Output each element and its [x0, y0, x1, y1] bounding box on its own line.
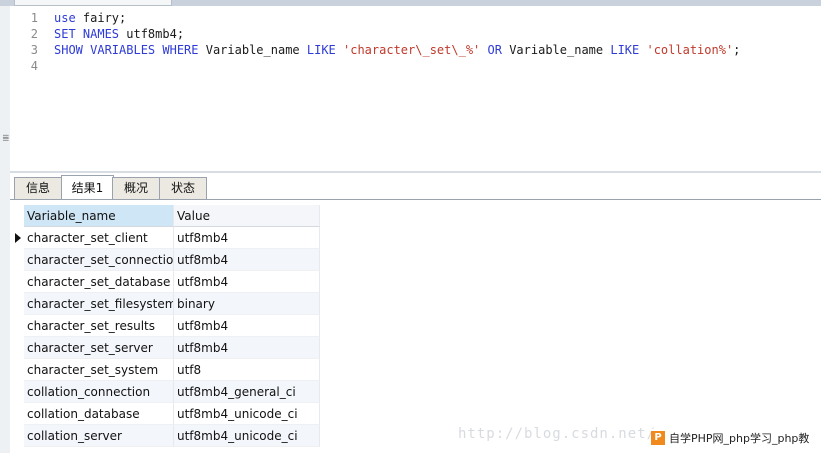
sql-keyword: LIKE [610, 43, 640, 57]
tab-2[interactable]: 结果1 [61, 175, 114, 200]
cell-variable-name[interactable]: character_set_database [24, 271, 174, 293]
code-line[interactable]: 4 [10, 59, 54, 75]
cell-value[interactable]: utf8mb4_general_ci [174, 381, 320, 403]
code-line[interactable]: 2 SET NAMES utf8mb4; [10, 27, 184, 43]
cell-value[interactable]: utf8mb4 [174, 271, 320, 293]
cell-value[interactable]: utf8mb4 [174, 249, 320, 271]
results-tab-bar: 信息 结果1 概况 状态 [10, 173, 821, 200]
sql-string: 'collation%' [639, 43, 734, 57]
splitter-grip-icon[interactable]: = = [2, 133, 10, 145]
sql-keyword: SHOW VARIABLES WHERE [54, 43, 199, 57]
sql-keyword: OR [480, 43, 502, 57]
cell-variable-name[interactable]: character_set_server [24, 337, 174, 359]
cell-variable-name[interactable]: character_set_connection [24, 249, 174, 271]
sql-text: utf8mb4; [119, 27, 185, 41]
cell-value[interactable]: utf8mb4 [174, 227, 320, 249]
sql-text: Variable_name [198, 43, 307, 57]
column-header-variable-name[interactable]: Variable_name [24, 205, 174, 227]
line-number: 3 [30, 43, 38, 57]
cell-variable-name[interactable]: collation_database [24, 403, 174, 425]
cell-variable-name[interactable]: character_set_filesystem [24, 293, 174, 315]
results-grid[interactable]: Variable_name Value character_set_client ut… [10, 200, 821, 453]
cell-variable-name[interactable]: collation_connection [24, 381, 174, 403]
cell-value[interactable]: utf8mb4_unicode_ci [174, 425, 320, 447]
code-line[interactable]: 3 SHOW VARIABLES WHERE Variable_name LIKE… [10, 43, 741, 59]
line-number: 1 [30, 11, 38, 25]
sql-keyword: LIKE [306, 43, 336, 57]
sql-keyword: use [54, 11, 76, 25]
line-number: 2 [30, 27, 38, 41]
row-indicator-arrow-icon [15, 233, 21, 243]
tab-3[interactable]: 概况 [112, 177, 160, 199]
sql-string: 'character\_set\_%' [335, 43, 481, 57]
sql-text: fairy; [75, 11, 127, 25]
cell-value[interactable]: utf8mb4 [174, 337, 320, 359]
tab-4[interactable]: 状态 [159, 177, 207, 199]
cell-variable-name[interactable]: collation_server [24, 425, 174, 447]
tab-1[interactable]: 信息 [14, 177, 62, 199]
line-number: 4 [30, 59, 38, 73]
column-header-value[interactable]: Value [174, 205, 320, 227]
sql-keyword: SET NAMES [54, 27, 120, 41]
php-logo-icon: P [651, 431, 665, 445]
sql-editor[interactable]: 1 use fairy; 2 SET NAMES utf8mb4; 3 SHOW VARI… [10, 6, 821, 171]
cell-value[interactable]: utf8mb4_unicode_ci [174, 403, 320, 425]
brand-watermark: P 自学PHP网_php学习_php教 [651, 429, 810, 447]
watermark-url: http://blog.csdn.net/ [458, 426, 657, 442]
cell-variable-name[interactable]: character_set_client [24, 227, 174, 249]
cell-value[interactable]: binary [174, 293, 320, 315]
sql-text: ; [733, 43, 741, 57]
cell-variable-name[interactable]: character_set_results [24, 315, 174, 337]
code-line[interactable]: 1 use fairy; [10, 11, 127, 27]
brand-text: 自学PHP网_php学习_php教 [669, 432, 810, 445]
sql-text: Variable_name [501, 43, 611, 57]
cell-variable-name[interactable]: character_set_system [24, 359, 174, 381]
cell-value[interactable]: utf8mb4 [174, 315, 320, 337]
cell-value[interactable]: utf8 [174, 359, 320, 381]
